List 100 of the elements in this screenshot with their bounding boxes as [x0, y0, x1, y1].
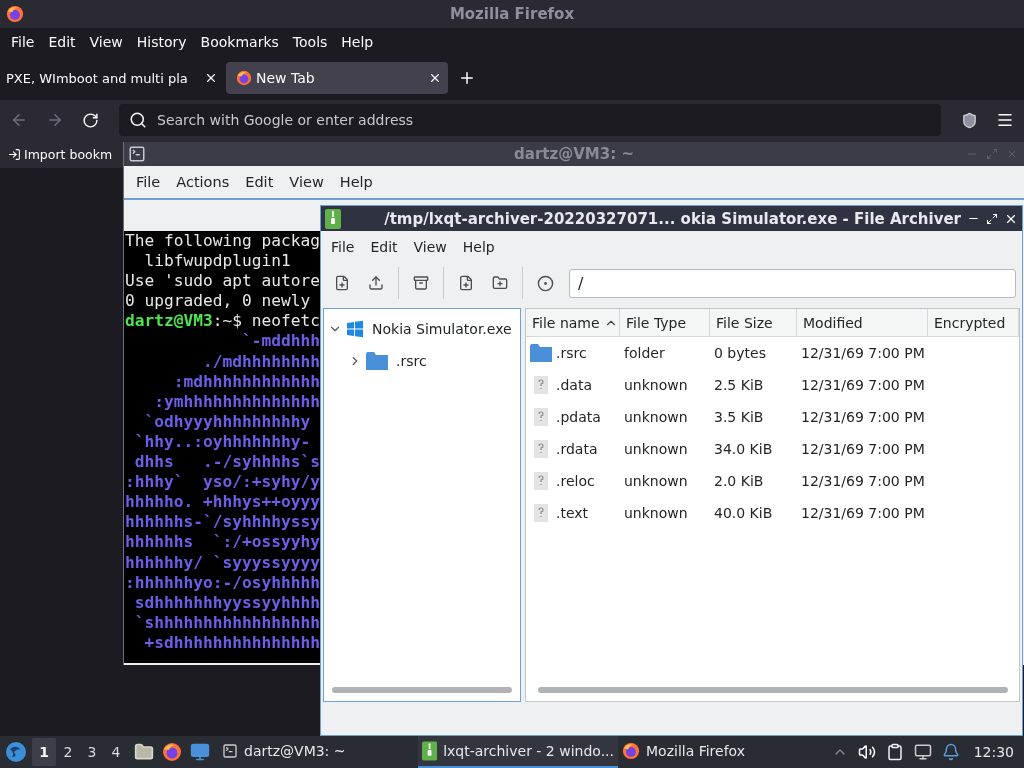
volume-icon[interactable]	[857, 743, 876, 761]
scrollbar[interactable]	[537, 687, 1008, 693]
table-cell-text: 0 bytes	[713, 345, 767, 361]
column-header[interactable]: File Type	[620, 309, 710, 336]
menu-item[interactable]: View	[281, 172, 332, 192]
stop-icon[interactable]	[537, 274, 554, 292]
menu-item[interactable]: Actions	[168, 172, 238, 192]
menu-item[interactable]: Edit	[237, 172, 282, 192]
desktop-icon[interactable]	[190, 742, 210, 762]
menu-item[interactable]: File	[128, 172, 169, 192]
new-archive-icon[interactable]	[334, 275, 350, 291]
menu-item[interactable]: File	[325, 237, 365, 257]
notification-icon[interactable]	[941, 743, 960, 761]
archive-icon	[325, 208, 341, 229]
browser-tab[interactable]: PXE, WImboot and multi pla	[0, 62, 224, 94]
column-header[interactable]: File Size	[710, 309, 797, 336]
table-cell-text: 2.5 KiB	[713, 377, 765, 393]
table-cell-text: 12/31/69 7:00 PM	[800, 505, 926, 521]
menu-item[interactable]: File	[4, 32, 42, 52]
menu-item[interactable]: Bookmarks	[193, 32, 286, 52]
clipboard-icon[interactable]	[885, 743, 904, 761]
taskbar-button[interactable]: lxqt-archiver - 2 windo...	[418, 736, 618, 768]
menu-item[interactable]: History	[129, 32, 194, 52]
table-cell-text: 40.0 KiB	[713, 505, 774, 521]
desktop-switch[interactable]: 1	[32, 738, 56, 766]
reload-icon[interactable]	[82, 111, 99, 129]
forward-icon[interactable]	[46, 111, 64, 129]
menu-item[interactable]: Edit	[364, 237, 408, 257]
window-title: /tmp/lxqt-archiver-20220327071... okia Simulator.exe - File Archiver	[383, 209, 961, 228]
menu-item[interactable]: Help	[331, 172, 381, 192]
column-header[interactable]: Encrypted	[928, 309, 1019, 336]
table-cell-text: 3.5 KiB	[713, 409, 765, 425]
taskbar-button[interactable]: Mozilla Firefox	[618, 736, 818, 768]
add-file-icon[interactable]	[458, 275, 474, 291]
extract-icon[interactable]	[368, 275, 384, 291]
terminal-line: hhhhho. +hhhys++oyyy	[125, 492, 320, 513]
maximize-icon[interactable]	[986, 212, 998, 225]
menu-icon[interactable]	[996, 111, 1014, 129]
terminal-line: hhhhhhy/ `syyyssyyyy	[125, 552, 320, 573]
back-icon[interactable]	[10, 111, 28, 129]
clock[interactable]: 12:30	[973, 744, 1014, 760]
terminal-line: Use 'sudo apt autore	[125, 271, 320, 292]
unknown-file-icon	[534, 472, 548, 490]
file-name: .rdata	[556, 441, 598, 457]
terminal-line: The following packag	[125, 231, 320, 252]
window-title: Mozilla Firefox	[449, 5, 575, 23]
terminal-line: :hhhy` yso/:+syhy/y	[125, 472, 320, 493]
table-cell-text: 12/31/69 7:00 PM	[800, 345, 926, 361]
menu-item[interactable]: Tools	[285, 32, 335, 52]
menu-item[interactable]: Help	[334, 32, 381, 52]
table-cell-text: unknown	[623, 409, 689, 425]
table-cell-text: unknown	[623, 377, 689, 393]
network-icon[interactable]	[913, 743, 932, 761]
terminal-icon	[222, 743, 238, 759]
terminal-line: hhhhhhs-`/syhhhhyssy	[125, 512, 320, 533]
table-cell-text: unknown	[623, 441, 689, 457]
search-icon	[129, 111, 147, 129]
column-header[interactable]: File name	[526, 309, 620, 336]
desktop-switch[interactable]: 2	[56, 738, 80, 766]
archive-icon[interactable]	[413, 275, 429, 291]
table-cell-text: unknown	[623, 473, 689, 489]
tree-item[interactable]: .rsrc	[396, 353, 427, 369]
menu-item[interactable]: Help	[456, 237, 505, 257]
browser-icon	[6, 5, 24, 23]
file-name: .rsrc	[556, 345, 587, 361]
browser-tab[interactable]: New Tab	[226, 62, 448, 94]
bookmark[interactable]: Import bookm	[24, 146, 113, 162]
new-tab-icon[interactable]	[458, 69, 476, 87]
shield-icon[interactable]	[961, 111, 978, 129]
file-name: .reloc	[556, 473, 595, 489]
table-cell-text: 34.0 KiB	[713, 441, 774, 457]
address-bar[interactable]: Search with Google or enter address	[119, 104, 941, 136]
unknown-file-icon	[534, 440, 548, 458]
tree-item[interactable]: Nokia Simulator.exe	[372, 321, 512, 337]
table-cell-text: 12/31/69 7:00 PM	[800, 473, 926, 489]
terminal-line: hhhhhhs `:/+ossyyhy	[125, 532, 320, 553]
browser-icon[interactable]	[162, 742, 182, 762]
desktop-switch[interactable]: 4	[104, 738, 128, 766]
terminal-line: dartz@VM3:~$ neofetc	[125, 311, 320, 332]
menu-item[interactable]: View	[82, 32, 130, 52]
file-name: .text	[556, 505, 589, 521]
menu-item[interactable]: View	[407, 237, 457, 257]
close-icon[interactable]	[204, 71, 218, 85]
unknown-file-icon	[534, 504, 548, 522]
import-icon[interactable]	[8, 147, 21, 161]
menu-item[interactable]: Edit	[41, 32, 83, 52]
scrollbar[interactable]	[332, 687, 512, 693]
terminal-line: libfwupdplugin1	[143, 251, 291, 272]
table-cell-text: 12/31/69 7:00 PM	[800, 409, 926, 425]
desktop-switch[interactable]: 3	[80, 738, 104, 766]
file-manager-icon[interactable]	[134, 742, 154, 762]
archive-icon	[422, 741, 438, 761]
file-name: .data	[556, 377, 592, 393]
path-field[interactable]: /	[569, 268, 1016, 298]
close-icon[interactable]	[428, 71, 442, 85]
column-header[interactable]: Modified	[797, 309, 928, 336]
add-folder-icon[interactable]	[492, 275, 508, 291]
taskbar-button[interactable]: dartz@VM3: ~	[218, 736, 418, 768]
terminal-line: dhhs .-/syhhhhs`s	[133, 452, 320, 473]
folder-icon	[530, 344, 552, 362]
